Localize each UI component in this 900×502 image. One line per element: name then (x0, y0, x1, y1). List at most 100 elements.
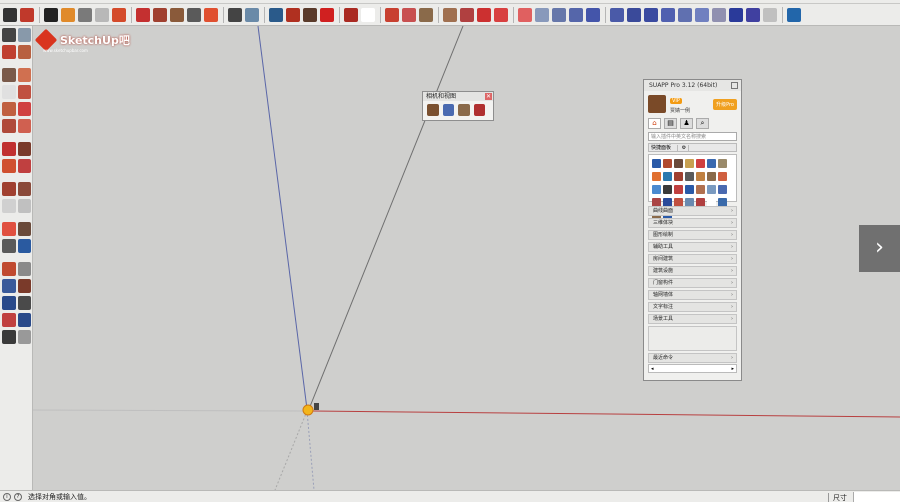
toolbar-tool-icon[interactable] (419, 7, 433, 22)
tab-home[interactable]: ⌂ (648, 118, 661, 129)
toolbar-tool-icon[interactable] (61, 7, 75, 22)
tab-user[interactable]: ♟ (680, 118, 693, 129)
quick-plugin-icon[interactable] (674, 159, 683, 168)
left-tool-icon[interactable] (2, 262, 16, 276)
toolbar-tool-icon[interactable] (712, 7, 726, 22)
left-tool-icon[interactable] (2, 296, 16, 310)
toolbar-tool-icon[interactable] (569, 7, 583, 22)
info-icon[interactable]: i (3, 492, 11, 501)
category-item[interactable]: 图形绘制 › (648, 230, 737, 240)
left-tool-icon[interactable] (17, 159, 31, 173)
quick-plugin-icon[interactable] (718, 185, 727, 194)
toolbar-tool-icon[interactable] (787, 7, 801, 22)
camera-view-tool-icon[interactable] (473, 104, 485, 116)
toolbar-tool-icon[interactable] (44, 7, 58, 22)
left-tool-icon[interactable] (17, 45, 31, 59)
toolbar-tool-icon[interactable] (610, 7, 624, 22)
help-icon[interactable]: ? (14, 492, 22, 501)
toolbar-tool-icon[interactable] (344, 7, 358, 22)
toolbar-tool-icon[interactable] (78, 7, 92, 22)
quick-plugin-icon[interactable] (707, 185, 716, 194)
toolbar-tool-icon[interactable] (729, 7, 743, 22)
left-tool-icon[interactable] (2, 330, 16, 344)
category-item[interactable]: 三维体块 › (648, 218, 737, 228)
toolbar-tool-icon[interactable] (402, 7, 416, 22)
suapp-panel-title[interactable]: SUAPP Pro 3.12 (64bit) (644, 80, 741, 91)
toolbar-tool-icon[interactable] (518, 7, 532, 22)
camera-view-toolbar[interactable]: 相机和视图 ✕ (422, 91, 494, 121)
quick-plugin-icon[interactable] (674, 172, 683, 181)
tab-search[interactable]: ⌕ (696, 118, 709, 129)
top-toolbar[interactable] (0, 4, 900, 26)
toolbar-tool-icon[interactable] (187, 7, 201, 22)
category-item[interactable]: 曲线曲面 › (648, 206, 737, 216)
left-tool-icon[interactable] (17, 28, 31, 42)
left-tool-icon[interactable] (17, 199, 31, 213)
toolbar-tool-icon[interactable] (95, 7, 109, 22)
toolbar-tool-icon[interactable] (763, 7, 777, 22)
toolbar-tool-icon[interactable] (269, 7, 283, 22)
camera-view-tool-icon[interactable] (427, 104, 439, 116)
toolbar-tool-icon[interactable] (385, 7, 399, 22)
left-tool-icon[interactable] (2, 85, 16, 99)
scroll-right-icon[interactable]: ▸ (731, 366, 734, 372)
left-tool-icon[interactable] (2, 222, 16, 236)
quick-plugin-icon[interactable] (652, 159, 661, 168)
camera-view-tool-icon[interactable] (442, 104, 454, 116)
toolbar-tool-icon[interactable] (678, 7, 692, 22)
quick-plugin-icon[interactable] (696, 172, 705, 181)
quick-plugin-icon[interactable] (707, 172, 716, 181)
upgrade-button[interactable]: 升级Pro (713, 98, 737, 110)
left-tool-icon[interactable] (17, 239, 31, 253)
quick-plugin-icon[interactable] (663, 185, 672, 194)
toolbar-tool-icon[interactable] (695, 7, 709, 22)
quick-plugin-icon[interactable] (685, 172, 694, 181)
left-tool-icon[interactable] (17, 182, 31, 196)
gear-icon[interactable]: ⚙ (677, 144, 690, 151)
left-tool-icon[interactable] (17, 85, 31, 99)
left-tool-icon[interactable] (2, 45, 16, 59)
toolbar-tool-icon[interactable] (627, 7, 641, 22)
left-tool-icon[interactable] (2, 119, 16, 133)
close-icon[interactable]: ✕ (485, 93, 492, 100)
left-tool-icon[interactable] (17, 222, 31, 236)
left-tool-icon[interactable] (2, 28, 16, 42)
left-tool-icon[interactable] (2, 102, 16, 116)
left-tool-icon[interactable] (17, 102, 31, 116)
left-tool-icon[interactable] (2, 159, 16, 173)
toolbar-tool-icon[interactable] (3, 7, 17, 22)
toolbar-tool-icon[interactable] (303, 7, 317, 22)
left-tool-icon[interactable] (2, 68, 16, 82)
left-tool-icon[interactable] (17, 296, 31, 310)
plugin-search-input[interactable]: 输入插件中英文名称搜索 (648, 132, 737, 141)
toolbar-tool-icon[interactable] (153, 7, 167, 22)
quick-plugin-icon[interactable] (663, 172, 672, 181)
quick-plugin-icon[interactable] (707, 159, 716, 168)
toolbar-tool-icon[interactable] (361, 7, 375, 22)
category-item[interactable]: 场景工具 › (648, 314, 737, 324)
left-tool-icon[interactable] (17, 330, 31, 344)
toolbar-tool-icon[interactable] (586, 7, 600, 22)
left-tool-icon[interactable] (2, 313, 16, 327)
category-item[interactable]: 建筑设施 › (648, 266, 737, 276)
suapp-panel[interactable]: SUAPP Pro 3.12 (64bit) VIP 贾婧一例 升级Pro ⌂ … (643, 79, 742, 381)
quick-plugin-icon[interactable] (696, 185, 705, 194)
toolbar-tool-icon[interactable] (494, 7, 508, 22)
camera-view-toolbar-title[interactable]: 相机和视图 ✕ (423, 92, 493, 101)
category-item[interactable]: 轴网墙体 › (648, 290, 737, 300)
quick-plugin-icon[interactable] (652, 172, 661, 181)
toolbar-tool-icon[interactable] (552, 7, 566, 22)
left-toolbar[interactable] (0, 26, 33, 490)
toolbar-tool-icon[interactable] (286, 7, 300, 22)
quick-plugin-icon[interactable] (652, 185, 661, 194)
left-tool-icon[interactable] (2, 279, 16, 293)
toolbar-tool-icon[interactable] (477, 7, 491, 22)
toolbar-tool-icon[interactable] (644, 7, 658, 22)
category-item[interactable]: 门窗构件 › (648, 278, 737, 288)
toolbar-tool-icon[interactable] (136, 7, 150, 22)
measurement-input[interactable] (853, 492, 900, 502)
quick-panel-header[interactable]: 快捷面板 ⚙ (648, 143, 737, 152)
toolbar-tool-icon[interactable] (228, 7, 242, 22)
category-item[interactable]: 房间建筑 › (648, 254, 737, 264)
quick-plugin-icon[interactable] (696, 159, 705, 168)
